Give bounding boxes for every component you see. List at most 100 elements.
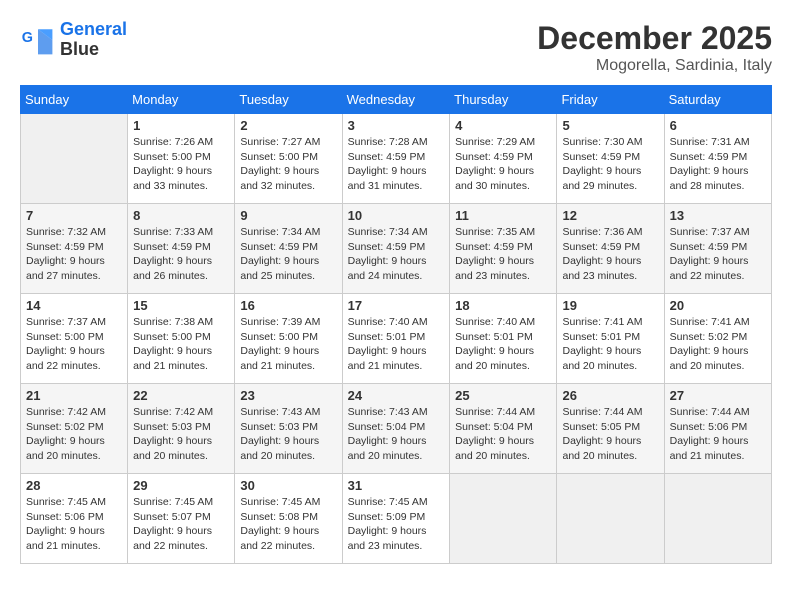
calendar-cell: 5Sunrise: 7:30 AMSunset: 4:59 PMDaylight… [557, 114, 664, 204]
day-number: 30 [240, 478, 336, 493]
calendar-cell: 28 Sunrise: 7:45 AMSunset: 5:06 PMDayligh… [21, 474, 128, 564]
day-info: Sunrise: 7:41 AMSunset: 5:01 PMDaylight:… [562, 315, 658, 374]
day-number: 6 [670, 118, 766, 133]
weekday-header: Thursday [450, 86, 557, 114]
weekday-header: Monday [128, 86, 235, 114]
calendar-cell: 11Sunrise: 7:35 AMSunset: 4:59 PMDayligh… [450, 204, 557, 294]
day-number: 31 [348, 478, 445, 493]
weekday-header: Sunday [21, 86, 128, 114]
weekday-header: Tuesday [235, 86, 342, 114]
calendar-cell: 12Sunrise: 7:36 AMSunset: 4:59 PMDayligh… [557, 204, 664, 294]
calendar-cell: 14Sunrise: 7:37 AMSunset: 5:00 PMDayligh… [21, 294, 128, 384]
day-info: Sunrise: 7:31 AMSunset: 4:59 PMDaylight:… [670, 135, 766, 194]
day-info: Sunrise: 7:44 AMSunset: 5:06 PMDaylight:… [670, 405, 766, 464]
calendar-cell: 21 Sunrise: 7:42 AMSunset: 5:02 PMDayligh… [21, 384, 128, 474]
day-number: 24 [348, 388, 445, 403]
day-number: 1 [133, 118, 229, 133]
logo-line2: Blue [60, 39, 99, 59]
calendar-cell: 1 Sunrise: 7:26 AMSunset: 5:00 PMDaylight… [128, 114, 235, 204]
calendar-table: SundayMondayTuesdayWednesdayThursdayFrid… [20, 85, 772, 564]
day-info: Sunrise: 7:36 AMSunset: 4:59 PMDaylight:… [562, 225, 658, 284]
day-info: Sunrise: 7:30 AMSunset: 4:59 PMDaylight:… [562, 135, 658, 194]
location-title: Mogorella, Sardinia, Italy [537, 57, 772, 75]
weekday-header: Wednesday [342, 86, 450, 114]
day-number: 25 [455, 388, 551, 403]
calendar-week-row: 14Sunrise: 7:37 AMSunset: 5:00 PMDayligh… [21, 294, 772, 384]
day-info: Sunrise: 7:33 AMSunset: 4:59 PMDaylight:… [133, 225, 229, 284]
calendar-cell [21, 114, 128, 204]
day-number: 15 [133, 298, 229, 313]
day-info: Sunrise: 7:42 AMSunset: 5:02 PMDaylight:… [26, 405, 122, 464]
day-number: 26 [562, 388, 658, 403]
calendar-cell: 7Sunrise: 7:32 AMSunset: 4:59 PMDaylight… [21, 204, 128, 294]
day-number: 17 [348, 298, 445, 313]
day-info: Sunrise: 7:34 AMSunset: 4:59 PMDaylight:… [348, 225, 445, 284]
calendar-cell: 22 Sunrise: 7:42 AMSunset: 5:03 PMDayligh… [128, 384, 235, 474]
day-number: 2 [240, 118, 336, 133]
day-number: 29 [133, 478, 229, 493]
svg-text:G: G [22, 30, 33, 46]
day-number: 13 [670, 208, 766, 223]
page-header: G General Blue December 2025 Mogorella, … [20, 20, 772, 75]
day-number: 3 [348, 118, 445, 133]
calendar-cell: 6 Sunrise: 7:31 AMSunset: 4:59 PMDaylight… [664, 114, 771, 204]
day-number: 18 [455, 298, 551, 313]
day-info: Sunrise: 7:44 AMSunset: 5:05 PMDaylight:… [562, 405, 658, 464]
day-number: 27 [670, 388, 766, 403]
calendar-header-row: SundayMondayTuesdayWednesdayThursdayFrid… [21, 86, 772, 114]
day-number: 19 [562, 298, 658, 313]
day-info: Sunrise: 7:37 AMSunset: 5:00 PMDaylight:… [26, 315, 122, 374]
day-number: 9 [240, 208, 336, 223]
calendar-cell: 27 Sunrise: 7:44 AMSunset: 5:06 PMDayligh… [664, 384, 771, 474]
title-block: December 2025 Mogorella, Sardinia, Italy [537, 20, 772, 75]
day-info: Sunrise: 7:45 AMSunset: 5:07 PMDaylight:… [133, 495, 229, 554]
day-info: Sunrise: 7:45 AMSunset: 5:06 PMDaylight:… [26, 495, 122, 554]
logo-icon: G [20, 22, 56, 58]
weekday-header: Friday [557, 86, 664, 114]
calendar-cell: 3 Sunrise: 7:28 AMSunset: 4:59 PMDaylight… [342, 114, 450, 204]
day-info: Sunrise: 7:27 AMSunset: 5:00 PMDaylight:… [240, 135, 336, 194]
day-number: 23 [240, 388, 336, 403]
day-number: 4 [455, 118, 551, 133]
day-info: Sunrise: 7:43 AMSunset: 5:03 PMDaylight:… [240, 405, 336, 464]
logo-line1: General [60, 19, 127, 39]
day-info: Sunrise: 7:42 AMSunset: 5:03 PMDaylight:… [133, 405, 229, 464]
day-info: Sunrise: 7:32 AMSunset: 4:59 PMDaylight:… [26, 225, 122, 284]
day-info: Sunrise: 7:39 AMSunset: 5:00 PMDaylight:… [240, 315, 336, 374]
weekday-header: Saturday [664, 86, 771, 114]
day-info: Sunrise: 7:40 AMSunset: 5:01 PMDaylight:… [348, 315, 445, 374]
calendar-cell: 10 Sunrise: 7:34 AMSunset: 4:59 PMDayligh… [342, 204, 450, 294]
day-info: Sunrise: 7:43 AMSunset: 5:04 PMDaylight:… [348, 405, 445, 464]
calendar-cell: 8Sunrise: 7:33 AMSunset: 4:59 PMDaylight… [128, 204, 235, 294]
calendar-cell [557, 474, 664, 564]
day-info: Sunrise: 7:40 AMSunset: 5:01 PMDaylight:… [455, 315, 551, 374]
calendar-cell [450, 474, 557, 564]
day-info: Sunrise: 7:34 AMSunset: 4:59 PMDaylight:… [240, 225, 336, 284]
day-number: 11 [455, 208, 551, 223]
calendar-cell: 20Sunrise: 7:41 AMSunset: 5:02 PMDayligh… [664, 294, 771, 384]
calendar-cell: 17 Sunrise: 7:40 AMSunset: 5:01 PMDayligh… [342, 294, 450, 384]
calendar-cell: 2 Sunrise: 7:27 AMSunset: 5:00 PMDaylight… [235, 114, 342, 204]
day-info: Sunrise: 7:41 AMSunset: 5:02 PMDaylight:… [670, 315, 766, 374]
calendar-week-row: 28 Sunrise: 7:45 AMSunset: 5:06 PMDayligh… [21, 474, 772, 564]
day-number: 10 [348, 208, 445, 223]
day-number: 21 [26, 388, 122, 403]
logo-text: General Blue [60, 20, 127, 60]
calendar-cell [664, 474, 771, 564]
day-number: 28 [26, 478, 122, 493]
day-info: Sunrise: 7:44 AMSunset: 5:04 PMDaylight:… [455, 405, 551, 464]
month-title: December 2025 [537, 20, 772, 57]
calendar-cell: 23 Sunrise: 7:43 AMSunset: 5:03 PMDayligh… [235, 384, 342, 474]
calendar-cell: 4Sunrise: 7:29 AMSunset: 4:59 PMDaylight… [450, 114, 557, 204]
calendar-cell: 24 Sunrise: 7:43 AMSunset: 5:04 PMDayligh… [342, 384, 450, 474]
calendar-cell: 29 Sunrise: 7:45 AMSunset: 5:07 PMDayligh… [128, 474, 235, 564]
day-info: Sunrise: 7:38 AMSunset: 5:00 PMDaylight:… [133, 315, 229, 374]
calendar-cell: 18 Sunrise: 7:40 AMSunset: 5:01 PMDayligh… [450, 294, 557, 384]
day-info: Sunrise: 7:26 AMSunset: 5:00 PMDaylight:… [133, 135, 229, 194]
day-info: Sunrise: 7:28 AMSunset: 4:59 PMDaylight:… [348, 135, 445, 194]
calendar-week-row: 1 Sunrise: 7:26 AMSunset: 5:00 PMDaylight… [21, 114, 772, 204]
calendar-cell: 19 Sunrise: 7:41 AMSunset: 5:01 PMDayligh… [557, 294, 664, 384]
day-info: Sunrise: 7:45 AMSunset: 5:08 PMDaylight:… [240, 495, 336, 554]
day-number: 22 [133, 388, 229, 403]
calendar-cell: 13Sunrise: 7:37 AMSunset: 4:59 PMDayligh… [664, 204, 771, 294]
